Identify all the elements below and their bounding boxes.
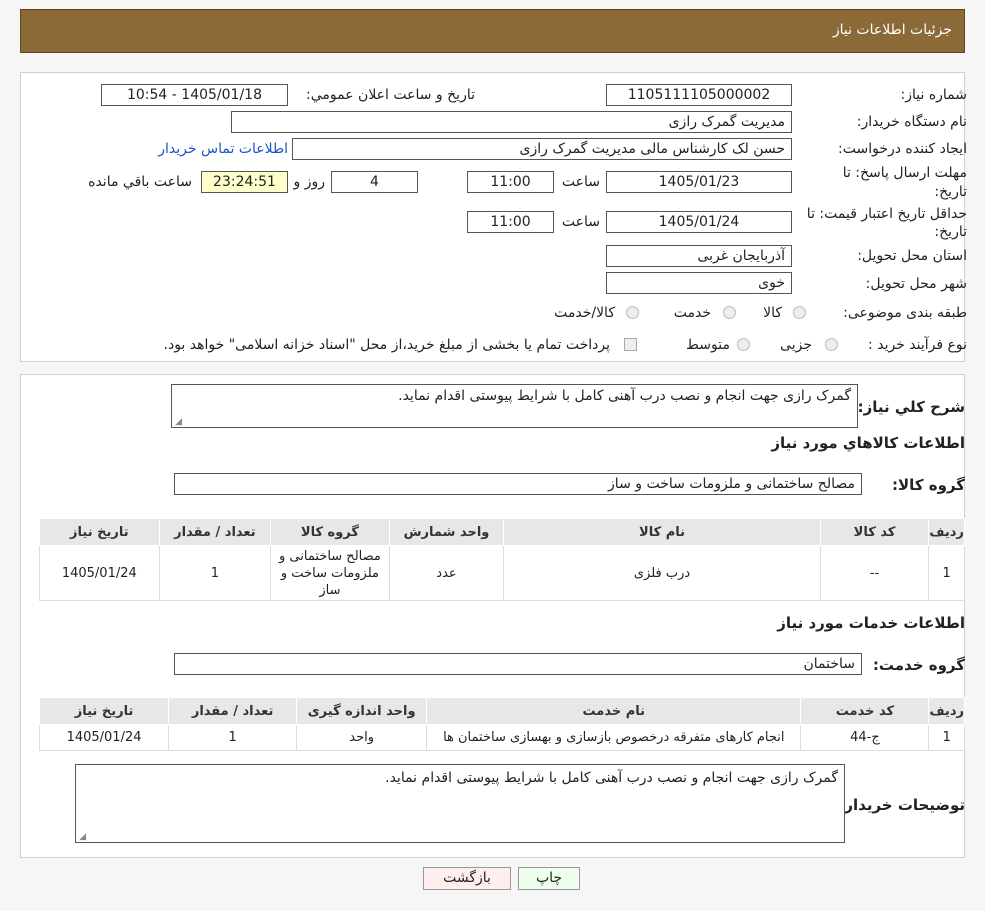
buyer-org-label: نام دستگاه خريدار: xyxy=(856,114,967,130)
need-number-label: شماره نیاز: xyxy=(900,87,968,103)
category-label: طبقه بندی موضوعی: xyxy=(843,305,967,321)
goods-col-group: گروه کالا xyxy=(270,518,390,546)
goods-cell-date: 1405/01/24 xyxy=(39,545,160,601)
page-title: جزئیات اطلاعات نیاز xyxy=(832,22,952,38)
reply-deadline-label-2: تاريخ: xyxy=(934,184,967,200)
announce-label: تاریخ و ساعت اعلان عمومي: xyxy=(306,87,475,103)
price-validity-label: حداقل تاريخ اعتبار قيمت: تا xyxy=(806,206,967,222)
services-cell-code: ج-44 xyxy=(800,724,930,751)
reply-date-field: 1405/01/23 xyxy=(606,171,792,193)
goods-cell-unit: عدد xyxy=(388,545,505,601)
price-validity-label-2: تاريخ: xyxy=(934,224,967,240)
goods-cell-name: درب فلزی xyxy=(503,545,821,601)
creator-field: حسن لک کارشناس مالی مدیریت گمرک رازی xyxy=(292,138,792,160)
page-header: جزئیات اطلاعات نیاز xyxy=(20,9,965,53)
services-col-unit: واحد اندازه گيری xyxy=(296,697,428,725)
days-label: روز و xyxy=(293,174,326,190)
services-cell-name: انجام کارهای متفرقه درخصوص بازسازی و بهس… xyxy=(426,724,802,751)
services-section-title: اطلاعات خدمات مورد نياز xyxy=(777,614,965,632)
payment-checkbox[interactable] xyxy=(624,338,637,351)
process-radio-minor[interactable] xyxy=(825,338,838,351)
goods-group-label: گروه کالا: xyxy=(892,476,965,494)
goods-col-qty: تعداد / مقدار xyxy=(158,518,272,546)
buyer-org-field: مدیریت گمرک رازی xyxy=(231,111,792,133)
goods-table: رديف کد کالا نام کالا واحد شمارش گروه کا… xyxy=(39,518,965,601)
goods-table-header: رديف کد کالا نام کالا واحد شمارش گروه کا… xyxy=(39,518,965,546)
services-cell-unit: واحد xyxy=(296,724,428,751)
services-col-row: رديف xyxy=(928,697,965,725)
description-label: شرح کلي نياز: xyxy=(857,398,965,416)
goods-cell-row: 1 xyxy=(928,545,965,601)
price-time-label: ساعت xyxy=(561,214,600,230)
description-text: گمرک رازی جهت انجام و نصب درب آهنی کامل … xyxy=(398,388,851,404)
services-table-header: رديف کد خدمت نام خدمت واحد اندازه گيری ت… xyxy=(38,697,965,725)
creator-label: ايجاد کننده درخواست: xyxy=(838,141,967,157)
services-group-label: گروه خدمت: xyxy=(872,656,965,674)
description-textarea[interactable]: گمرک رازی جهت انجام و نصب درب آهنی کامل … xyxy=(171,384,858,428)
goods-group-field: مصالح ساختمانی و ملزومات ساخت و ساز xyxy=(174,473,862,495)
goods-cell-qty: 1 xyxy=(158,545,272,601)
table-row: 1 ج-44 انجام کارهای متفرقه درخصوص بازساز… xyxy=(38,724,965,751)
remaining-time-field: 23:24:51 xyxy=(201,171,288,193)
category-option-goods: کالا xyxy=(763,305,782,321)
category-radio-goods[interactable] xyxy=(793,306,806,319)
services-group-field: ساختمان xyxy=(174,653,862,675)
reply-deadline-label: مهلت ارسال پاسخ: تا xyxy=(842,165,967,181)
price-date-field: 1405/01/24 xyxy=(606,211,792,233)
buyer-notes-label: توضيحات خريدار: xyxy=(838,796,965,814)
resize-handle-icon[interactable]: ◢ xyxy=(174,418,182,427)
need-number-field: 1105111105000002 xyxy=(606,84,792,106)
services-col-code: کد خدمت xyxy=(800,697,930,725)
goods-col-date: تاريخ نياز xyxy=(39,518,160,546)
reply-time-field: 11:00 xyxy=(467,171,554,193)
days-field: 4 xyxy=(331,171,418,193)
category-radio-goods-service[interactable] xyxy=(626,306,639,319)
process-option-medium: متوسط xyxy=(686,337,730,353)
city-field: خوی xyxy=(606,272,792,294)
category-option-goods-service: کالا/خدمت xyxy=(554,305,615,321)
payment-note: پرداخت تمام يا بخشی از مبلغ خريد،از محل … xyxy=(163,337,610,353)
announce-field: 1405/01/18 - 10:54 xyxy=(101,84,288,106)
goods-cell-group: مصالح ساختمانی و ملزومات ساخت و ساز xyxy=(270,545,390,601)
buyer-notes-text: گمرک رازی جهت انجام و نصب درب آهنی کامل … xyxy=(385,770,838,786)
table-row: 1 -- درب فلزی عدد مصالح ساختمانی و ملزوم… xyxy=(39,545,965,601)
province-field: آذربایجان غربی xyxy=(606,245,792,267)
goods-col-code: کد کالا xyxy=(819,518,930,546)
process-type-label: نوع فرآیند خرید : xyxy=(868,337,967,353)
services-cell-date: 1405/01/24 xyxy=(38,724,170,751)
category-option-service: خدمت xyxy=(673,305,711,321)
buyer-notes-textarea[interactable]: گمرک رازی جهت انجام و نصب درب آهنی کامل … xyxy=(75,764,845,843)
goods-col-name: نام کالا xyxy=(503,518,821,546)
back-button[interactable]: بازگشت xyxy=(423,867,511,890)
buyer-contact-link[interactable]: اطلاعات تماس خريدار xyxy=(158,141,288,157)
services-cell-qty: 1 xyxy=(168,724,298,751)
price-time-field: 11:00 xyxy=(467,211,554,233)
province-label: استان محل تحويل: xyxy=(857,248,967,264)
services-col-date: تاريخ نياز xyxy=(38,697,170,725)
goods-section-title: اطلاعات کالاهاي مورد نياز xyxy=(771,434,965,452)
services-cell-row: 1 xyxy=(928,724,965,751)
process-radio-medium[interactable] xyxy=(737,338,750,351)
goods-cell-code: -- xyxy=(819,545,930,601)
city-label: شهر محل تحويل: xyxy=(865,276,967,292)
goods-col-unit: واحد شمارش xyxy=(388,518,505,546)
remaining-time-label: ساعت باقي مانده xyxy=(88,174,192,190)
category-radio-service[interactable] xyxy=(723,306,736,319)
print-button[interactable]: چاپ xyxy=(518,867,580,890)
process-option-minor: جزیی xyxy=(780,337,812,353)
services-table: رديف کد خدمت نام خدمت واحد اندازه گيری ت… xyxy=(38,697,965,751)
services-col-qty: تعداد / مقدار xyxy=(168,697,298,725)
goods-col-row: رديف xyxy=(928,518,965,546)
services-col-name: نام خدمت xyxy=(426,697,802,725)
reply-time-label: ساعت xyxy=(561,174,600,190)
resize-handle-icon[interactable]: ◢ xyxy=(78,833,86,842)
